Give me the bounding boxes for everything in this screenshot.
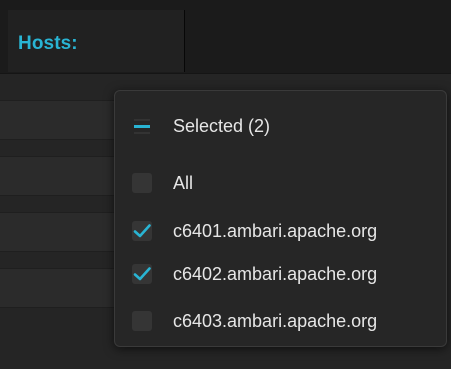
- host-option-label: c6401.ambari.apache.org: [173, 221, 378, 241]
- selected-option[interactable]: Selected (2): [115, 111, 446, 141]
- all-option[interactable]: All: [115, 168, 446, 198]
- host-option[interactable]: c6403.ambari.apache.org: [115, 306, 446, 336]
- selected-option-label: Selected (2): [173, 116, 271, 136]
- minus-icon[interactable]: [132, 116, 152, 136]
- all-option-label: All: [173, 173, 194, 193]
- checkmark-icon[interactable]: [132, 264, 152, 284]
- host-option[interactable]: c6401.ambari.apache.org: [115, 216, 446, 246]
- header-bar: Hosts:: [0, 0, 451, 74]
- host-option[interactable]: c6402.ambari.apache.org: [115, 259, 446, 289]
- host-checkbox[interactable]: [132, 311, 152, 331]
- checkmark-icon[interactable]: [132, 221, 152, 241]
- host-option-label: c6403.ambari.apache.org: [173, 311, 378, 331]
- host-option-label: c6402.ambari.apache.org: [173, 264, 378, 284]
- hosts-column-title: Hosts:: [18, 33, 78, 54]
- all-checkbox[interactable]: [132, 173, 152, 193]
- hosts-filter-dropdown: Selected (2) All c6401.ambari.apache.org…: [114, 90, 447, 347]
